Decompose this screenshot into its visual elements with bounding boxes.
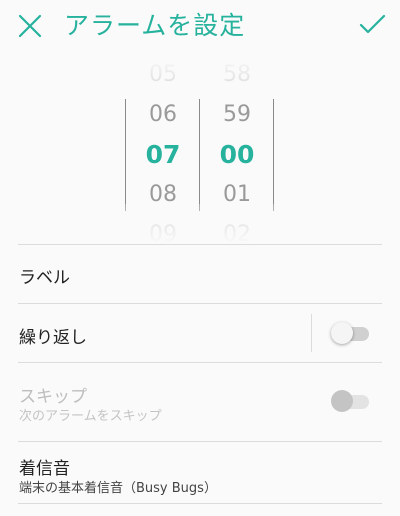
time-picker[interactable]: 05 06 07 08 09 58 59 00 01 02 — [0, 56, 400, 244]
toggle-knob — [331, 322, 353, 344]
minute-option[interactable]: 58 — [202, 62, 272, 87]
ringtone-setting-subtitle: 端末の基本着信音（Busy Bugs） — [19, 481, 217, 496]
picker-divider — [125, 99, 126, 211]
check-icon — [359, 14, 386, 34]
hour-selected[interactable]: 07 — [128, 140, 198, 169]
picker-divider — [273, 99, 274, 211]
app-bar: アラームを設定 — [0, 0, 400, 52]
save-button[interactable] — [356, 8, 388, 40]
ringtone-setting[interactable]: 着信音 端末の基本着信音（Busy Bugs） — [0, 442, 400, 504]
hour-option[interactable]: 08 — [128, 182, 198, 207]
label-setting-title: ラベル — [19, 268, 70, 288]
close-button[interactable] — [14, 10, 46, 42]
divider — [18, 503, 382, 504]
repeat-setting-title: 繰り返し — [19, 328, 87, 348]
divider — [311, 314, 312, 352]
hour-option[interactable]: 09 — [128, 222, 198, 244]
minute-selected[interactable]: 00 — [202, 140, 272, 169]
skip-setting-title: スキップ — [19, 387, 87, 407]
label-setting[interactable]: ラベル — [0, 245, 400, 303]
toggle-knob — [331, 390, 353, 412]
picker-fade — [0, 204, 400, 244]
picker-fade — [0, 56, 400, 96]
hour-option[interactable]: 06 — [128, 102, 198, 127]
page-title: アラームを設定 — [64, 11, 246, 40]
repeat-setting[interactable]: 繰り返し — [0, 304, 400, 362]
minute-option[interactable]: 59 — [202, 102, 272, 127]
hour-option[interactable]: 05 — [128, 62, 198, 87]
skip-setting: スキップ 次のアラームをスキップ — [0, 363, 400, 441]
picker-divider — [199, 99, 200, 211]
minute-option[interactable]: 01 — [202, 182, 272, 207]
minute-option[interactable]: 02 — [202, 222, 272, 244]
ringtone-setting-title: 着信音 — [19, 459, 70, 479]
skip-toggle — [331, 390, 371, 412]
repeat-toggle[interactable] — [331, 322, 371, 344]
skip-setting-subtitle: 次のアラームをスキップ — [19, 409, 162, 424]
close-icon — [18, 14, 42, 38]
